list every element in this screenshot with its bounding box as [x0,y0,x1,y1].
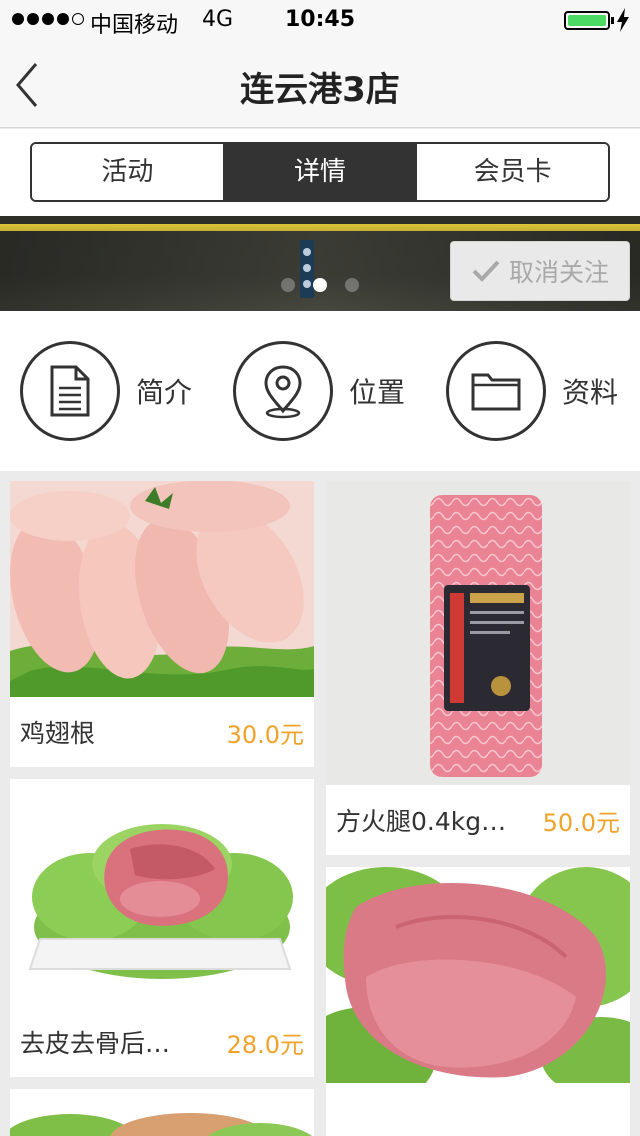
unfollow-label: 取消关注 [508,258,609,287]
store-banner[interactable]: 取消关注 [0,216,640,311]
location-action[interactable]: 位置 [233,341,405,441]
page-title: 连云港3店 [240,70,400,110]
tab-area: 活动 详情 会员卡 [0,129,640,216]
product-price: 30.0元 [226,720,304,749]
tab-details[interactable]: 详情 [222,144,416,200]
product-price: 50.0元 [542,808,620,837]
battery-tip [611,17,614,24]
materials-action[interactable]: 资料 [446,341,618,441]
checkmark-icon [472,260,500,282]
product-image [326,867,630,1083]
unfollow-button[interactable]: 取消关注 [450,241,630,301]
location-label: 位置 [349,376,406,409]
product-image [10,1089,314,1136]
product-info: 方火腿0.4kg… 50.0元 [326,785,630,855]
product-card[interactable]: 去皮去骨后… 28.0元 [10,779,314,1077]
carousel-dot-active[interactable] [313,278,327,292]
product-name: 鸡翅根 [20,719,96,748]
product-name: 去皮去骨后… [20,1029,171,1058]
carousel-dot[interactable] [281,278,295,292]
store-detail-screen: 中国移动 4G 10:45 连云港3店 活动 详情 会员卡 取消关注 简介 位置… [0,0,640,1136]
product-price: 28.0元 [226,1030,304,1059]
product-card[interactable] [10,1089,314,1136]
carousel-dot[interactable] [345,278,359,292]
navigation-bar: 连云港3店 [0,40,640,128]
product-card[interactable]: 鸡翅根 30.0元 [10,481,314,767]
product-info [326,1083,630,1136]
document-icon [20,341,120,441]
tab-member-card[interactable]: 会员卡 [415,144,608,200]
intro-label: 简介 [136,376,193,409]
product-info: 鸡翅根 30.0元 [10,697,314,767]
intro-action[interactable]: 简介 [20,341,192,441]
product-image [326,481,630,785]
product-grid: 鸡翅根 30.0元 方火腿0.4kg… 50.0元 去皮去骨后… 28.0元 [0,471,640,1136]
charging-bolt-icon [617,8,629,32]
tab-activity[interactable]: 活动 [32,144,223,200]
product-card[interactable] [326,867,630,1136]
location-pin-icon [233,341,333,441]
product-image [10,481,314,697]
segmented-control: 活动 详情 会员卡 [30,142,610,202]
product-image [10,779,314,1007]
product-card[interactable]: 方火腿0.4kg… 50.0元 [326,481,630,855]
battery-icon [564,11,610,30]
materials-label: 资料 [562,376,619,409]
folder-icon [446,341,546,441]
product-info: 去皮去骨后… 28.0元 [10,1007,314,1077]
product-name: 方火腿0.4kg… [336,807,507,836]
store-actions: 简介 位置 资料 [0,311,640,471]
status-time: 10:45 [284,7,356,32]
status-bar: 中国移动 4G 10:45 [0,0,640,40]
